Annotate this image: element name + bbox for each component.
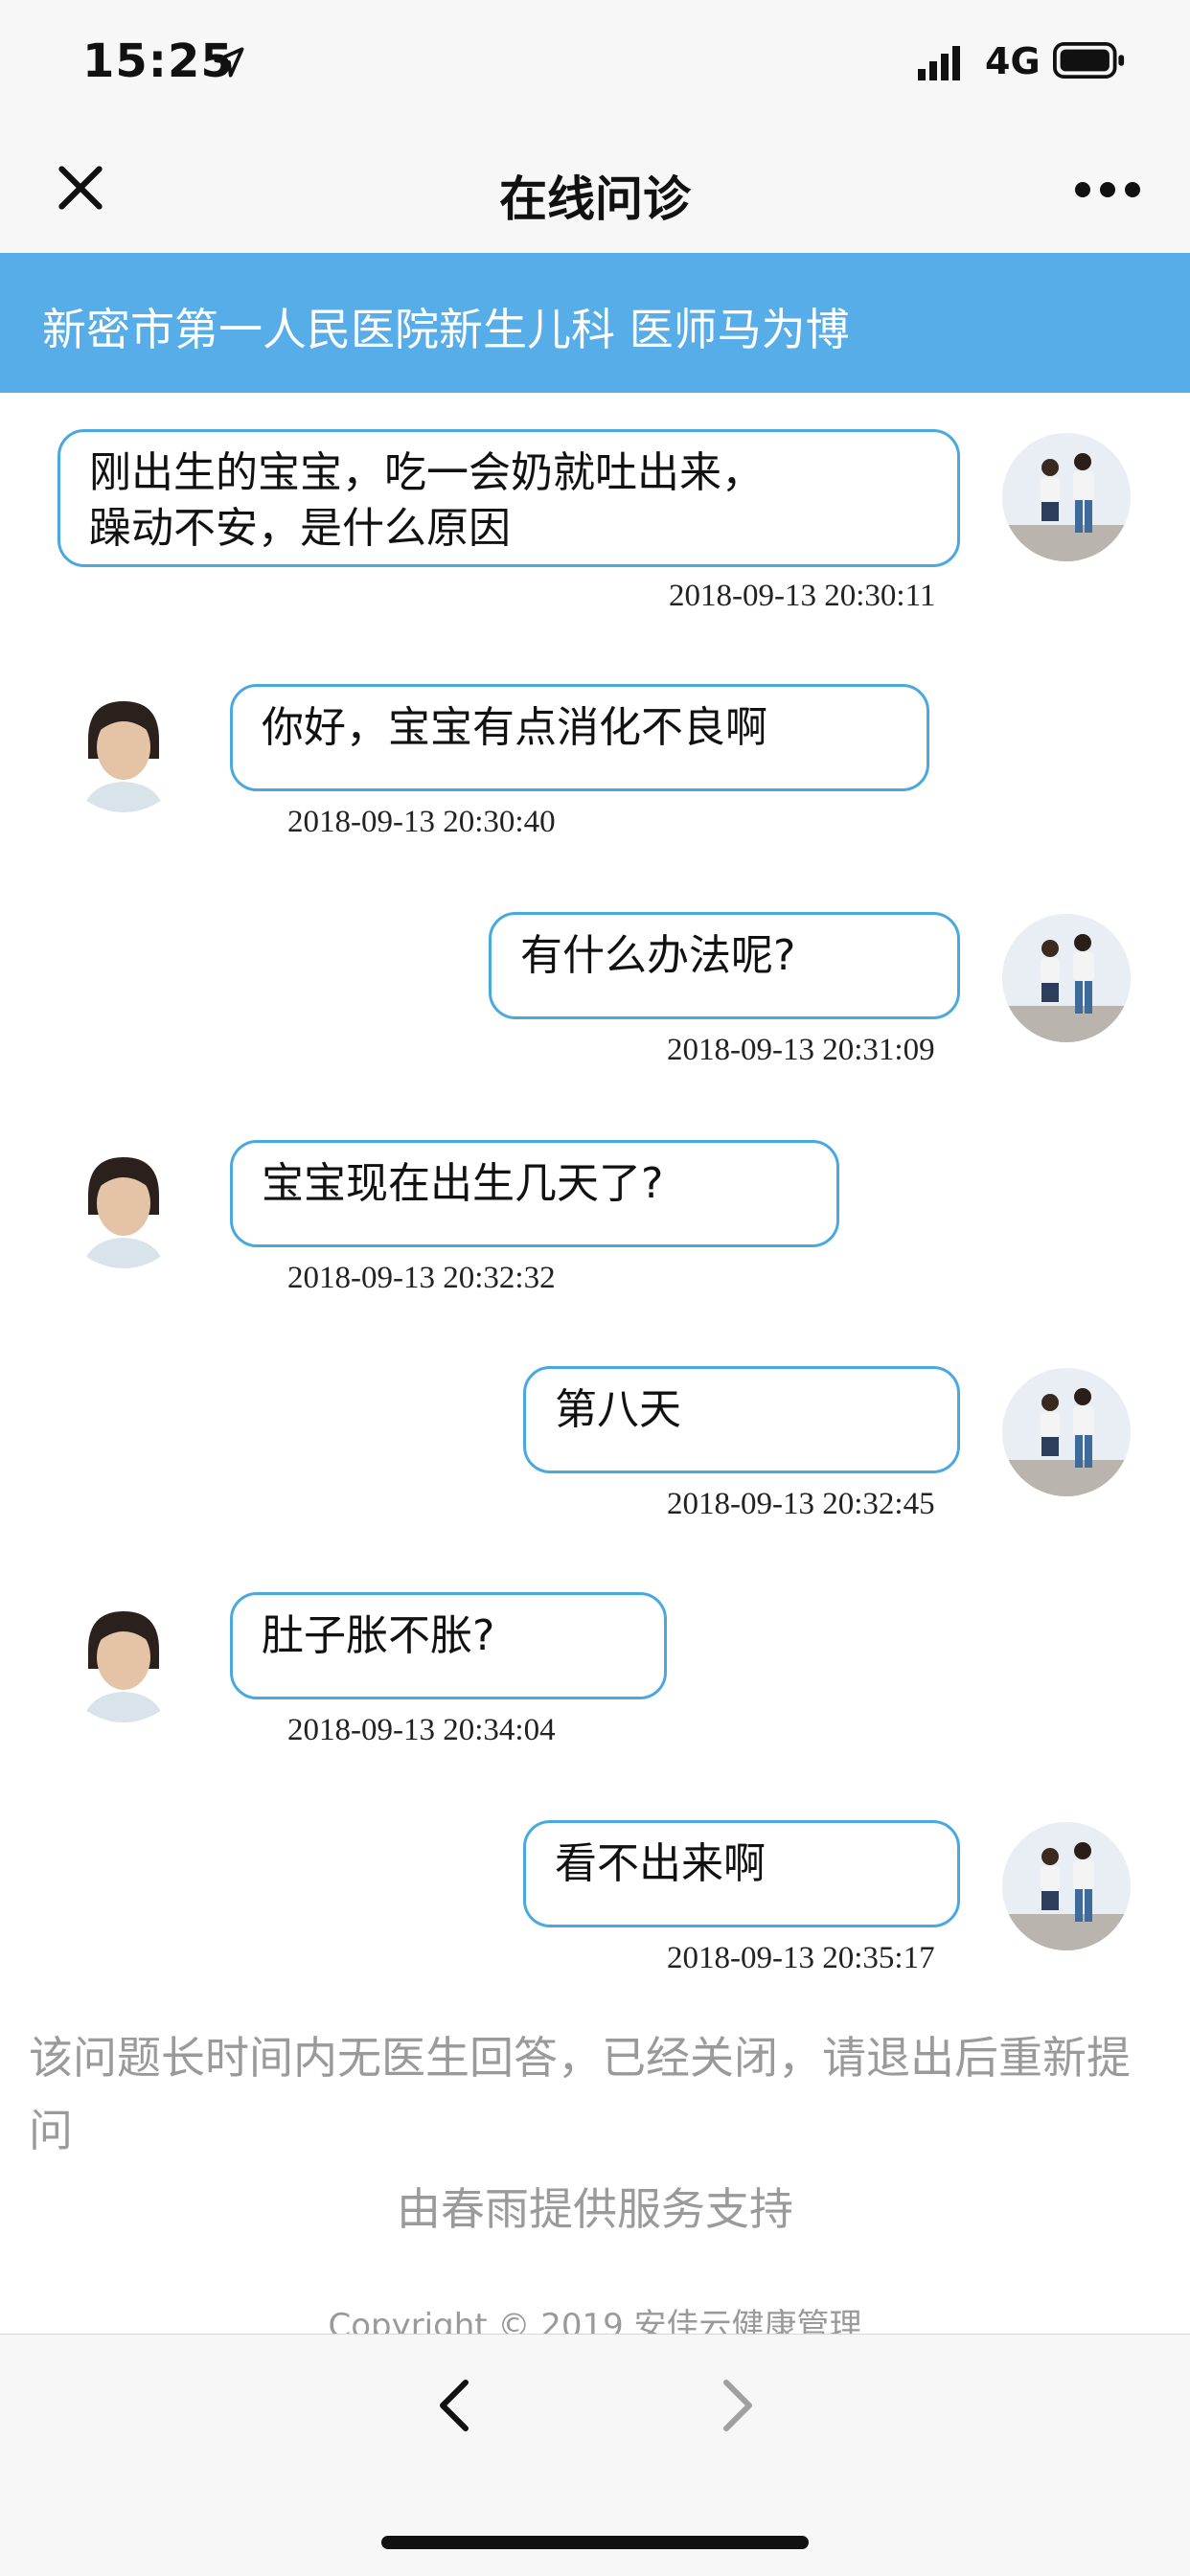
doctor-banner: 新密市第一人民医院新生儿科 医师马为博 (0, 253, 1190, 393)
couple-photo-icon (1002, 1368, 1131, 1496)
message-bubble: 肚子胀不胀? (230, 1592, 667, 1699)
doctor-avatar (59, 1594, 188, 1722)
message-text-line: 有什么办法呢? (520, 931, 796, 980)
message-text-line: 刚出生的宝宝，吃一会奶就吐出来， (89, 448, 764, 497)
message-bubble: 看不出来啊 (523, 1820, 960, 1927)
closed-notice: 该问题长时间内无医生回答，已经关闭，请退出后重新提问 (29, 2032, 1131, 2156)
message-timestamp: 2018-09-13 20:35:17 (667, 1941, 935, 1975)
message-timestamp: 2018-09-13 20:31:09 (667, 1033, 935, 1067)
more-icon[interactable] (1073, 178, 1142, 201)
message-bubble: 你好，宝宝有点消化不良啊 (230, 684, 929, 791)
user-avatar (1002, 914, 1131, 1042)
message-timestamp: 2018-09-13 20:34:04 (287, 1713, 556, 1747)
doctor-photo-icon (59, 1594, 188, 1722)
status-time: 15:25 (82, 34, 234, 88)
doctor-avatar (59, 1140, 188, 1268)
couple-photo-icon (1002, 914, 1131, 1042)
user-avatar (1002, 433, 1131, 561)
powered-by: 由春雨提供服务支持 (397, 2183, 793, 2235)
doctor-avatar (59, 684, 188, 812)
message-timestamp: 2018-09-13 20:30:40 (287, 805, 556, 839)
couple-photo-icon (1002, 1822, 1131, 1950)
message-bubble: 刚出生的宝宝，吃一会奶就吐出来， 躁动不安，是什么原因 (57, 429, 960, 567)
message-bubble: 第八天 (523, 1366, 960, 1473)
message-timestamp: 2018-09-13 20:32:32 (287, 1261, 556, 1295)
browser-toolbar (0, 2334, 1190, 2576)
message-text-line: 看不出来啊 (555, 1839, 766, 1888)
home-indicator (381, 2536, 809, 2549)
message-timestamp: 2018-09-13 20:30:11 (669, 579, 936, 613)
message-text-line: 宝宝现在出生几天了? (262, 1159, 664, 1208)
message-text-line: 你好，宝宝有点消化不良啊 (262, 703, 767, 752)
cellular-signal-icon (918, 46, 960, 80)
user-avatar (1002, 1368, 1131, 1496)
doctor-photo-icon (59, 1140, 188, 1268)
nav-bar: 在线问诊 (0, 134, 1190, 253)
status-bar: 15:25 4G (0, 0, 1190, 134)
doctor-photo-icon (59, 684, 188, 812)
forward-arrow-icon[interactable] (717, 2377, 759, 2434)
message-bubble: 宝宝现在出生几天了? (230, 1140, 839, 1247)
message-timestamp: 2018-09-13 20:32:45 (667, 1487, 935, 1521)
message-text-line: 肚子胀不胀? (262, 1611, 495, 1660)
back-arrow-icon[interactable] (433, 2377, 475, 2434)
user-avatar (1002, 1822, 1131, 1950)
location-arrow-icon (214, 47, 244, 78)
network-type: 4G (985, 40, 1041, 82)
doctor-info: 新密市第一人民医院新生儿科 医师马为博 (42, 304, 850, 355)
message-bubble: 有什么办法呢? (489, 912, 960, 1019)
couple-photo-icon (1002, 433, 1131, 561)
message-text-line: 第八天 (555, 1385, 681, 1434)
battery-icon (1053, 42, 1125, 79)
message-text-line: 躁动不安，是什么原因 (89, 504, 511, 553)
page-title: 在线问诊 (499, 171, 691, 227)
